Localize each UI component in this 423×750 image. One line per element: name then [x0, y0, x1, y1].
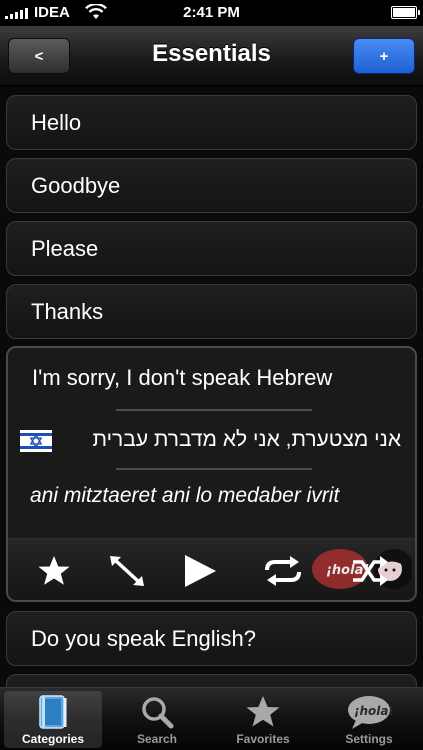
list-item[interactable]: Hello	[6, 95, 417, 150]
tab-categories[interactable]: Categories	[4, 691, 102, 748]
page-title: Essentials	[152, 40, 271, 67]
divider	[116, 468, 312, 470]
phrase-list[interactable]: Hello Goodbye Please Thanks I'm sorry, I…	[0, 87, 423, 687]
resize-icon[interactable]	[105, 549, 149, 593]
back-button[interactable]: <	[8, 38, 70, 74]
list-item[interactable]: Goodbye	[6, 158, 417, 213]
tab-search[interactable]: Search	[108, 691, 206, 748]
status-bar: IDEA 2:41 PM	[0, 0, 423, 26]
svg-text:¡hola!: ¡hola!	[354, 704, 392, 718]
phrase-transliteration: ani mitztaeret ani lo medaber ivrit	[30, 484, 340, 507]
list-item[interactable]: Thanks	[6, 284, 417, 339]
tab-label: Favorites	[236, 732, 290, 746]
repeat-icon[interactable]	[261, 549, 305, 593]
divider	[116, 409, 312, 411]
tab-label: Settings	[345, 732, 393, 746]
expanded-phrase-card[interactable]: I'm sorry, I don't speak Hebrew אני מצטע…	[6, 346, 417, 602]
tab-settings[interactable]: ¡hola! Settings	[320, 691, 418, 748]
magnifier-icon	[108, 693, 206, 731]
status-time: 2:41 PM	[183, 4, 240, 21]
battery-icon	[391, 6, 420, 19]
tab-label: Search	[136, 732, 178, 746]
hola-icon: ¡hola!	[320, 693, 418, 731]
list-item[interactable]: Please	[6, 221, 417, 276]
star-icon	[214, 693, 312, 731]
phrase-translation: אני מצטערת, אני לא מדברת עברית	[92, 428, 402, 451]
list-item[interactable]: Do you speak English?	[6, 611, 417, 666]
tab-label: Categories	[21, 732, 85, 746]
navigation-bar: < Essentials +	[0, 26, 423, 86]
star-icon[interactable]	[32, 549, 76, 593]
tab-favorites[interactable]: Favorites	[214, 691, 312, 748]
tab-bar: Categories Search Favorites ¡hola! Setti…	[0, 687, 423, 750]
list-item[interactable]	[6, 674, 417, 687]
phrase-controls: ¡hola!	[8, 538, 415, 600]
play-icon[interactable]	[178, 549, 222, 593]
shuffle-icon[interactable]	[348, 549, 392, 593]
add-button[interactable]: +	[353, 38, 415, 74]
israel-flag-icon	[20, 430, 52, 452]
phrase-english: I'm sorry, I don't speak Hebrew	[32, 365, 333, 390]
book-icon	[4, 693, 102, 731]
